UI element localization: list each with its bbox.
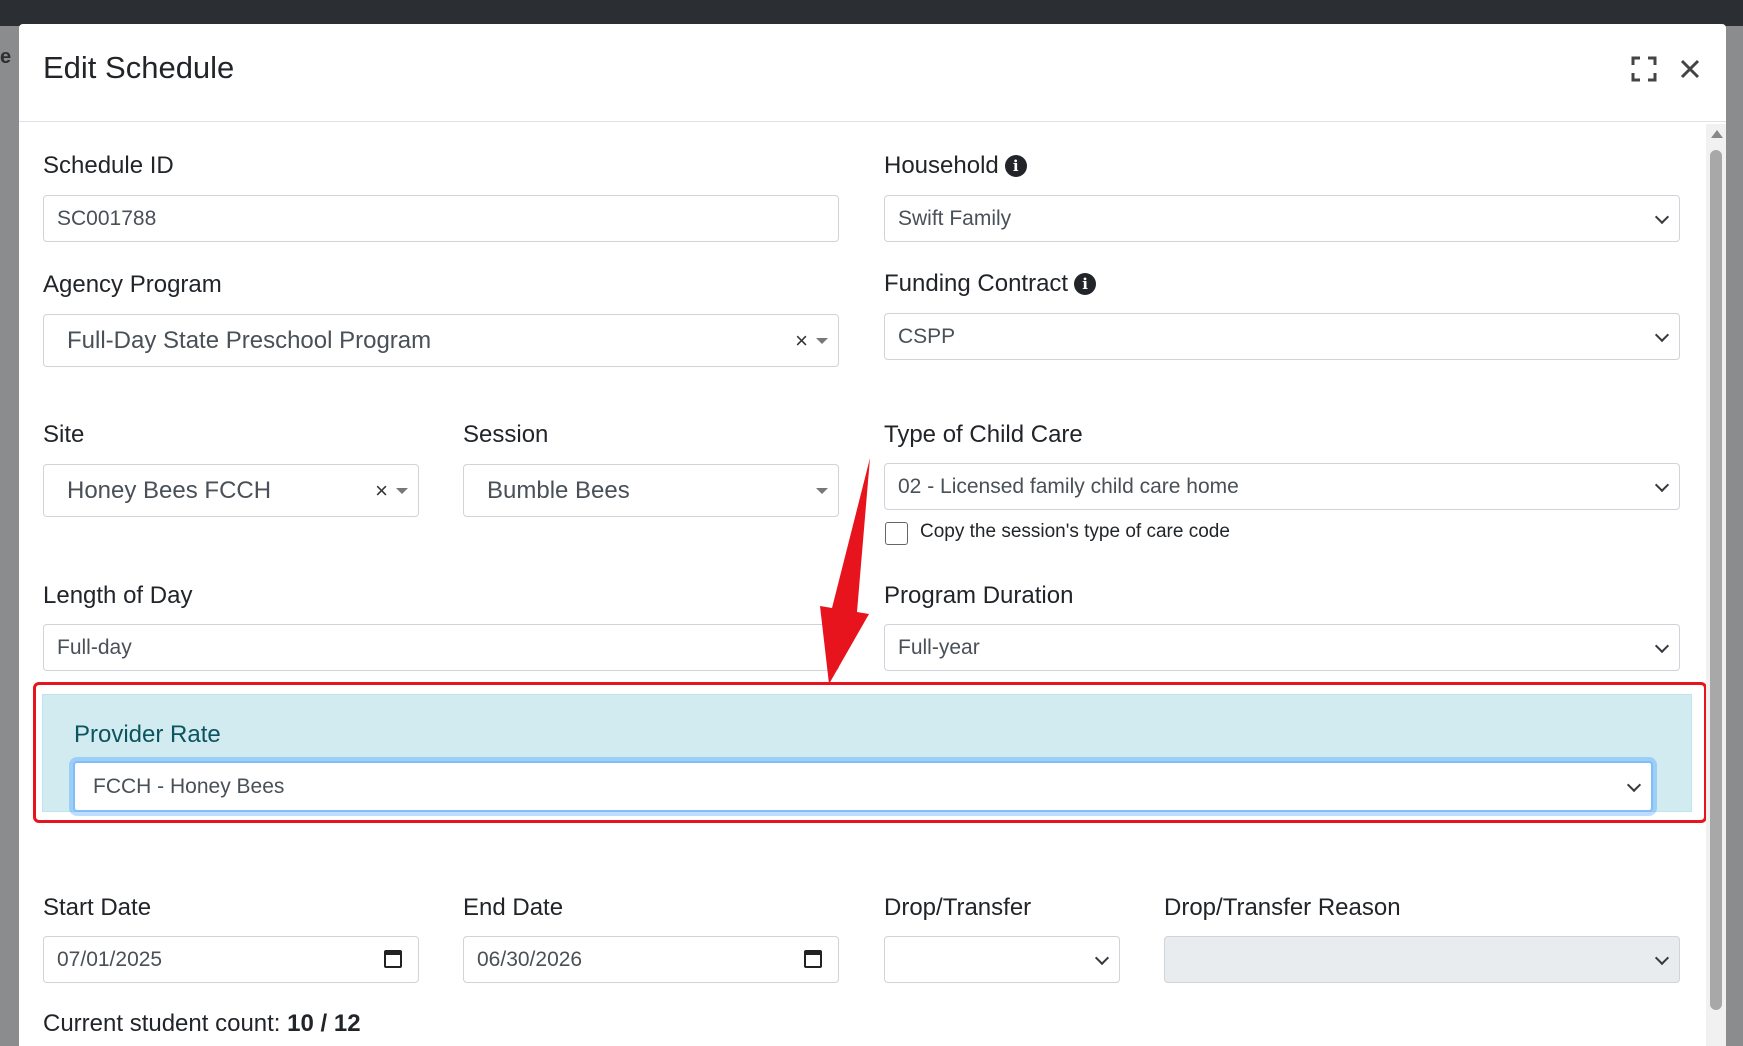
modal-title: Edit Schedule — [43, 50, 235, 85]
drop-transfer-reason-select — [1164, 936, 1680, 983]
end-date-label: End Date — [463, 894, 564, 921]
household-value: Swift Family — [898, 207, 1012, 230]
length-of-day-input[interactable]: Full-day — [43, 624, 839, 671]
chevron-down-icon — [1654, 327, 1670, 342]
caret-down-icon — [396, 487, 408, 494]
info-icon[interactable]: i — [1074, 273, 1097, 295]
calendar-icon[interactable] — [804, 950, 822, 968]
agency-program-value: Full-Day State Preschool Program — [67, 327, 432, 354]
drop-transfer-reason-label: Drop/Transfer Reason — [1164, 894, 1401, 921]
scroll-thumb[interactable] — [1710, 150, 1722, 1010]
chevron-down-icon — [1654, 950, 1670, 965]
student-count-value: 10 / 12 — [287, 1010, 361, 1037]
calendar-icon[interactable] — [384, 950, 402, 968]
session-select[interactable]: Bumble Bees — [463, 464, 839, 517]
household-label: Household i — [884, 152, 1027, 180]
site-select[interactable]: Honey Bees FCCH × — [43, 464, 419, 517]
start-date-value: 07/01/2025 — [57, 948, 163, 971]
chevron-down-icon — [1654, 209, 1670, 224]
expand-icon[interactable] — [1629, 56, 1659, 86]
type-of-child-care-select[interactable]: 02 - Licensed family child care home — [884, 463, 1680, 510]
copy-session-code-checkbox[interactable] — [885, 522, 908, 545]
end-date-input[interactable]: 06/30/2026 — [463, 936, 839, 983]
student-count: Current student count: 10 / 12 — [43, 1010, 361, 1038]
caret-down-icon — [816, 337, 828, 344]
chevron-down-icon — [1654, 477, 1670, 492]
student-count-label: Current student count: — [43, 1010, 281, 1037]
session-value: Bumble Bees — [487, 477, 630, 504]
agency-program-select[interactable]: Full-Day State Preschool Program × — [43, 314, 839, 367]
modal-scrollbar[interactable] — [1706, 124, 1726, 1046]
annotation-highlight-box — [33, 682, 1707, 823]
funding-contract-label-text: Funding Contract — [884, 270, 1069, 297]
schedule-id-value: SC001788 — [57, 207, 157, 230]
length-of-day-label: Length of Day — [43, 582, 193, 609]
copy-session-code-label: Copy the session's type of care code — [920, 521, 1230, 542]
length-of-day-value: Full-day — [57, 636, 132, 659]
close-icon[interactable] — [1675, 56, 1705, 86]
funding-contract-value: CSPP — [898, 325, 956, 348]
end-date-value: 06/30/2026 — [477, 948, 583, 971]
annotation-arrow — [820, 458, 870, 684]
funding-contract-select[interactable]: CSPP — [884, 313, 1680, 360]
program-duration-select[interactable]: Full-year — [884, 624, 1680, 671]
background-page-fragment: e — [0, 46, 12, 68]
session-label: Session — [463, 421, 549, 448]
type-of-child-care-label: Type of Child Care — [884, 421, 1083, 448]
program-duration-value: Full-year — [898, 636, 980, 659]
type-of-child-care-value: 02 - Licensed family child care home — [898, 475, 1239, 498]
chevron-down-icon — [1094, 950, 1110, 965]
info-icon[interactable]: i — [1004, 155, 1027, 177]
agency-program-label: Agency Program — [43, 271, 222, 298]
household-label-text: Household — [884, 152, 999, 179]
modal-header: Edit Schedule — [19, 24, 1726, 122]
site-value: Honey Bees FCCH — [67, 477, 272, 504]
scroll-up-icon[interactable] — [1711, 130, 1723, 138]
clear-icon[interactable]: × — [795, 315, 808, 366]
caret-down-icon — [816, 487, 828, 494]
program-duration-label: Program Duration — [884, 582, 1074, 609]
household-select[interactable]: Swift Family — [884, 195, 1680, 242]
site-label: Site — [43, 421, 85, 448]
start-date-input[interactable]: 07/01/2025 — [43, 936, 419, 983]
edit-schedule-modal: Edit Schedule Schedule ID SC001788 House… — [19, 24, 1726, 1046]
schedule-id-label: Schedule ID — [43, 152, 174, 179]
start-date-label: Start Date — [43, 894, 152, 921]
funding-contract-label: Funding Contract i — [884, 270, 1097, 298]
clear-icon[interactable]: × — [375, 465, 388, 516]
drop-transfer-label: Drop/Transfer — [884, 894, 1032, 921]
browser-top-bar — [0, 0, 1743, 26]
chevron-down-icon — [1654, 638, 1670, 653]
drop-transfer-select[interactable] — [884, 936, 1120, 983]
schedule-id-input[interactable]: SC001788 — [43, 195, 839, 242]
